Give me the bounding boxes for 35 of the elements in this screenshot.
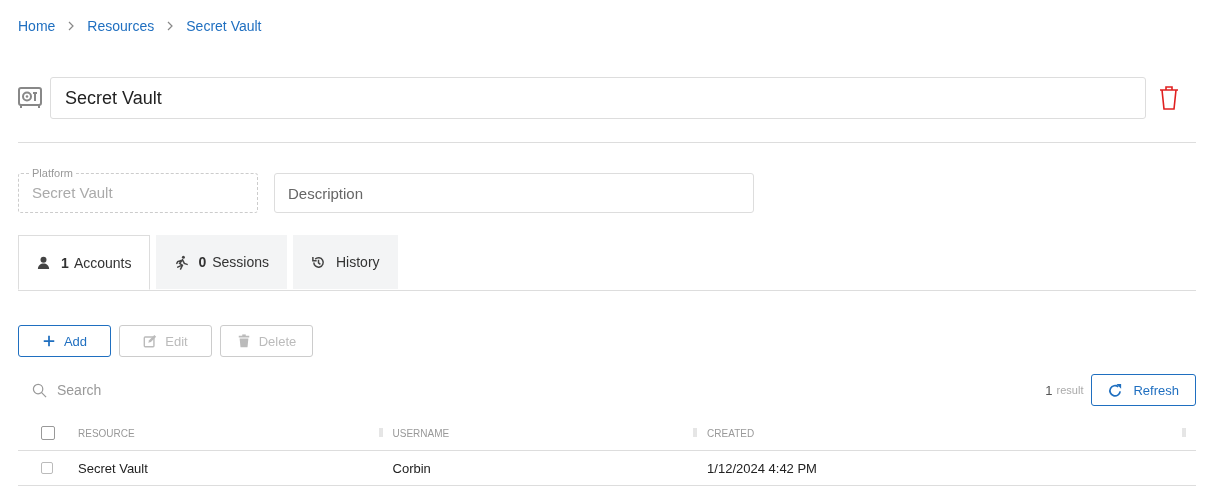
tab[interactable]: History [293,235,398,289]
breadcrumb-link[interactable]: Resources [87,18,155,34]
add-button[interactable]: Add [18,325,111,357]
user-icon [36,255,51,270]
chevron-icon [166,21,175,31]
trash-icon [236,334,251,348]
column-header[interactable]: USERNAME [392,427,450,439]
result-count: 1 [1045,382,1053,398]
runner-icon [173,254,189,270]
tab[interactable]: 1 Accounts [18,235,150,290]
edit-icon [143,334,158,348]
refresh-icon [1108,382,1124,398]
name-field[interactable]: Secret Vault [50,77,1146,119]
table-cell: Corbin [392,460,431,476]
description-field[interactable]: Description [274,173,754,213]
checkbox[interactable] [41,462,53,474]
breadcrumb-link[interactable]: Home [18,18,56,34]
safe-icon [18,87,42,109]
plus-icon [41,334,56,348]
chevron-icon [67,21,76,31]
resize-handle[interactable] [378,427,383,437]
refresh-button[interactable]: Refresh [1091,374,1196,406]
history-icon [311,254,326,270]
breadcrumb-link[interactable]: Secret Vault [186,18,262,34]
column-header[interactable]: RESOURCE [78,427,135,439]
table-cell: Secret Vault [78,460,148,476]
table-cell: 1/12/2024 4:42 PM [707,460,817,476]
field-label: Platform [29,167,76,179]
column-header[interactable]: CREATED [707,427,755,439]
checkbox[interactable] [41,426,55,440]
search-icon [32,382,47,398]
result-label: result [1056,384,1084,396]
trash-icon[interactable] [1158,85,1180,111]
tab[interactable]: 0 Sessions [155,235,287,289]
resize-handle[interactable] [693,427,698,437]
